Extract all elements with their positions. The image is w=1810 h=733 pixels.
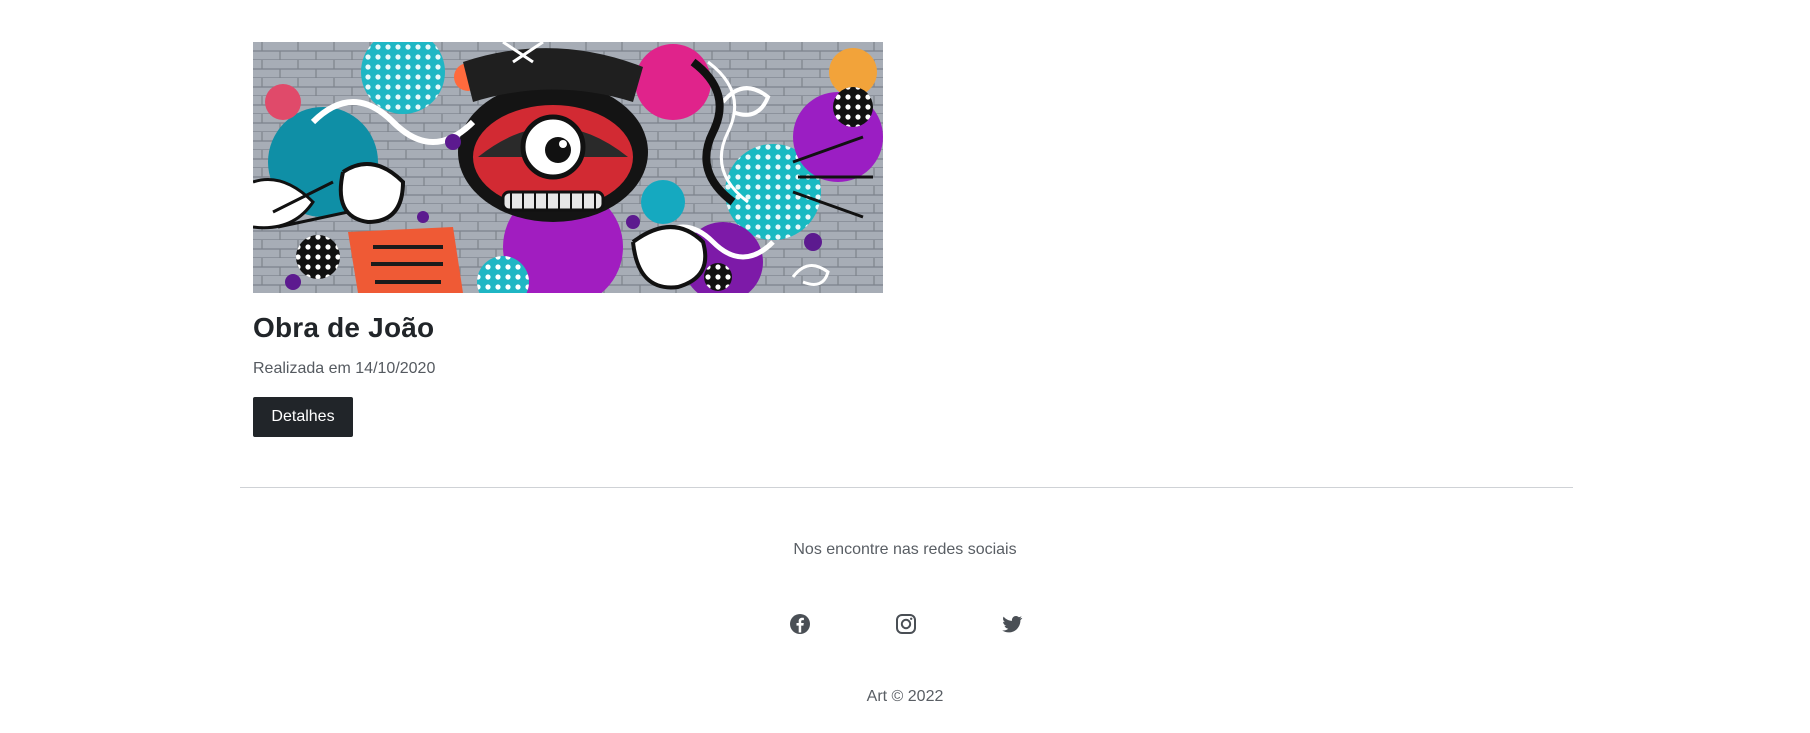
instagram-icon[interactable]	[894, 612, 918, 636]
details-button[interactable]: Detalhes	[253, 397, 353, 437]
copyright-text: Art © 2022	[866, 688, 944, 705]
facebook-icon[interactable]	[788, 612, 812, 636]
artwork-image	[253, 42, 883, 293]
social-links	[788, 612, 1024, 636]
footer-divider	[240, 487, 1573, 488]
artwork-date: Realizada em 14/10/2020	[253, 360, 436, 377]
social-text: Nos encontre nas redes sociais	[793, 541, 1017, 558]
artwork-card: Obra de João Realizada em 14/10/2020 Det…	[253, 42, 883, 437]
artwork-title: Obra de João	[253, 312, 435, 343]
twitter-icon[interactable]	[1000, 612, 1024, 636]
